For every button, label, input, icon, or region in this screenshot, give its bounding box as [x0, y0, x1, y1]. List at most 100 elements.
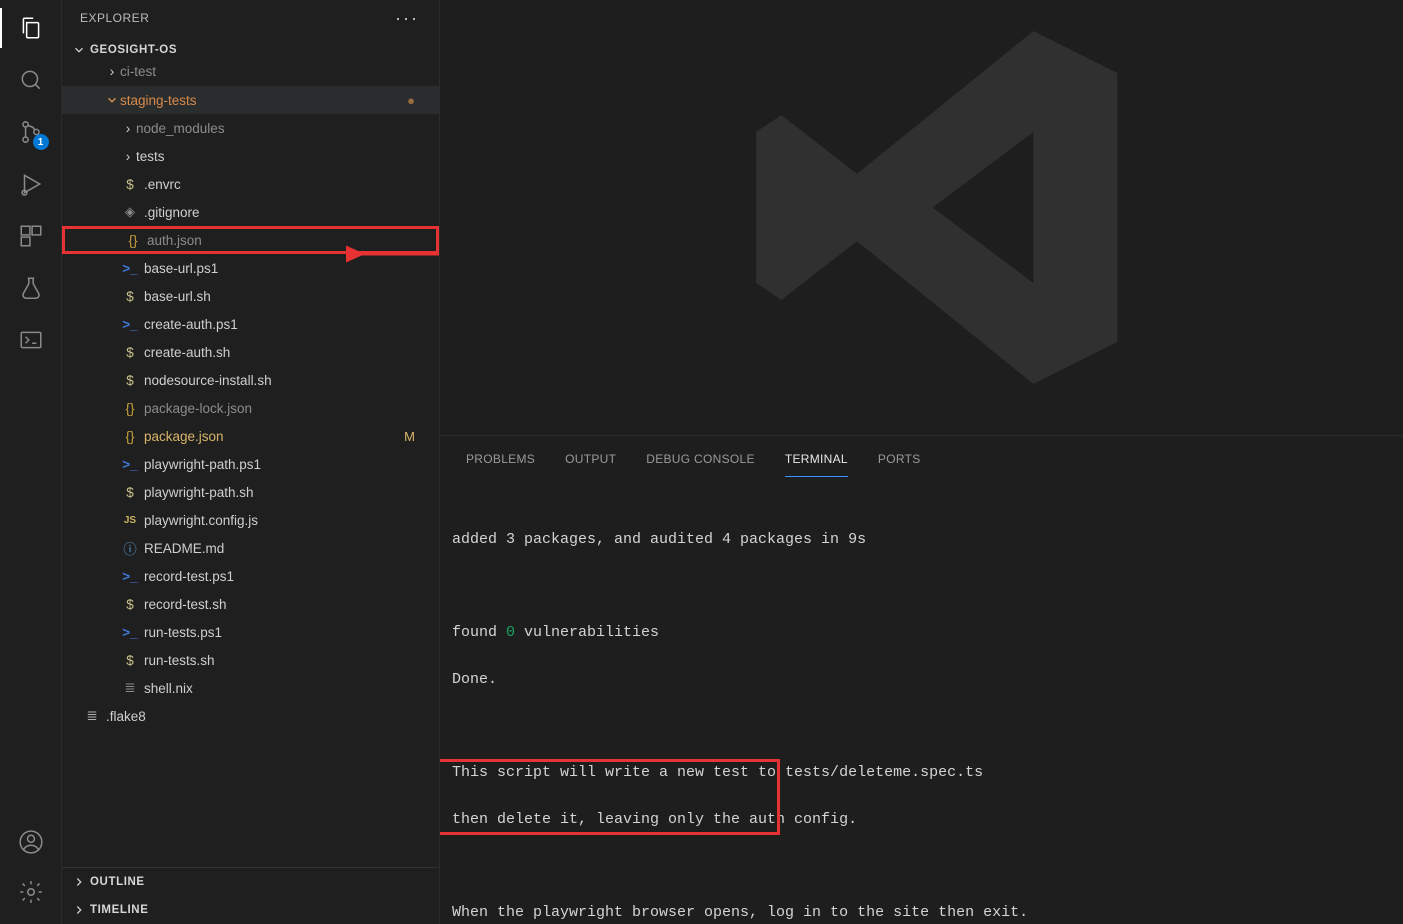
ign-file-icon: ◈ — [120, 204, 140, 220]
file-label: README.md — [144, 541, 224, 556]
file-base-url-sh[interactable]: $ base-url.sh — [62, 282, 439, 310]
powershell-file-icon: >_ — [120, 625, 140, 640]
powershell-file-icon: >_ — [120, 317, 140, 332]
terminal-line: added 3 packages, and audited 4 packages… — [452, 528, 1391, 551]
file-base-url-ps1[interactable]: >_ base-url.ps1 — [62, 254, 439, 282]
terminal-line — [452, 575, 1391, 598]
vscode-watermark-icon — [731, 0, 1151, 420]
activity-bar: 1 — [0, 0, 62, 924]
file-label: shell.nix — [144, 681, 193, 696]
tab-problems[interactable]: PROBLEMS — [466, 446, 535, 476]
file-create-auth-sh[interactable]: $create-auth.sh — [62, 338, 439, 366]
file-label: .gitignore — [144, 205, 200, 220]
chevron-right-icon — [72, 875, 86, 889]
remote-terminal-icon[interactable] — [17, 326, 45, 354]
js-file-icon: JS — [120, 515, 140, 526]
settings-file-icon: ≣ — [82, 708, 102, 724]
file-label: record-test.sh — [144, 597, 227, 612]
file-label: auth.json — [147, 233, 202, 248]
timeline-header[interactable]: TIMELINE — [62, 896, 439, 924]
folder-staging-tests[interactable]: staging-tests ● — [62, 86, 439, 114]
file-label: playwright-path.sh — [144, 485, 254, 500]
source-control-icon[interactable]: 1 — [17, 118, 45, 146]
chevron-down-icon — [72, 43, 86, 57]
file-label: run-tests.ps1 — [144, 625, 222, 640]
sh-file-icon: $ — [120, 345, 140, 360]
extensions-icon[interactable] — [17, 222, 45, 250]
json-file-icon: {} — [120, 429, 140, 444]
terminal[interactable]: added 3 packages, and audited 4 packages… — [440, 477, 1403, 924]
sh-file-icon: $ — [120, 289, 140, 304]
workspace-header[interactable]: GEOSIGHT-OS — [62, 36, 439, 64]
file-label: node_modules — [136, 121, 225, 136]
file-package-json[interactable]: {} package.json M — [62, 422, 439, 450]
file-shell-nix[interactable]: ≣ shell.nix — [62, 674, 439, 702]
search-icon[interactable] — [17, 66, 45, 94]
powershell-file-icon: >_ — [120, 457, 140, 472]
chevron-right-icon: › — [120, 121, 136, 136]
folder-node-modules[interactable]: ›node_modules — [62, 114, 439, 142]
tab-ports[interactable]: PORTS — [878, 446, 921, 476]
file-create-auth-ps1[interactable]: >_create-auth.ps1 — [62, 310, 439, 338]
testing-icon[interactable] — [17, 274, 45, 302]
accounts-icon[interactable] — [17, 828, 45, 856]
powershell-file-icon: >_ — [120, 569, 140, 584]
file-run-tests-ps1[interactable]: >_ run-tests.ps1 — [62, 618, 439, 646]
file-auth-json[interactable]: {} auth.json — [62, 226, 439, 254]
terminal-line: then delete it, leaving only the auth co… — [452, 808, 1391, 831]
folder-tests[interactable]: ›tests — [62, 142, 439, 170]
file-label: package.json — [144, 429, 224, 444]
file-label: base-url.ps1 — [144, 261, 218, 276]
dirty-indicator: ● — [407, 93, 415, 108]
editor-empty — [440, 0, 1403, 436]
sidebar-title: EXPLORER — [80, 11, 149, 25]
file-run-tests-sh[interactable]: $ run-tests.sh — [62, 646, 439, 674]
tab-output[interactable]: OUTPUT — [565, 446, 616, 476]
chevron-right-icon: › — [120, 149, 136, 164]
tab-debug-console[interactable]: DEBUG CONSOLE — [646, 446, 755, 476]
explorer-icon[interactable] — [17, 14, 45, 42]
file-label: package-lock.json — [144, 401, 252, 416]
file-label: run-tests.sh — [144, 653, 215, 668]
file-flake8[interactable]: ≣ .flake8 — [62, 702, 439, 730]
terminal-line — [452, 854, 1391, 877]
file--envrc[interactable]: $ .envrc — [62, 170, 439, 198]
file-playwright-path-sh[interactable]: $playwright-path.sh — [62, 478, 439, 506]
file-label: .envrc — [144, 177, 181, 192]
file-label: base-url.sh — [144, 289, 211, 304]
git-status-badge: M — [404, 429, 415, 444]
tab-terminal[interactable]: TERMINAL — [785, 446, 848, 477]
sidebar: EXPLORER ··· GEOSIGHT-OS ›ci-test stagin… — [62, 0, 440, 924]
sidebar-more-icon[interactable]: ··· — [391, 6, 423, 31]
nix-file-icon: ≣ — [120, 680, 140, 696]
sh-file-icon: $ — [120, 597, 140, 612]
panel-tabs: PROBLEMS OUTPUT DEBUG CONSOLE TERMINAL P… — [440, 436, 1403, 477]
file-playwright-config-js[interactable]: JSplaywright.config.js — [62, 506, 439, 534]
file-playwright-path-ps1[interactable]: >_ playwright-path.ps1 — [62, 450, 439, 478]
json-muted-file-icon: {} — [120, 401, 140, 416]
json-muted-file-icon: {} — [123, 233, 143, 248]
powershell-file-icon: >_ — [120, 261, 140, 276]
file-package-lock-json[interactable]: {} package-lock.json — [62, 394, 439, 422]
sh-file-icon: $ — [120, 177, 140, 192]
terminal-line: This script will write a new test to tes… — [452, 761, 1391, 784]
file-label: tests — [136, 149, 165, 164]
file-label: nodesource-install.sh — [144, 373, 272, 388]
scm-badge: 1 — [33, 134, 49, 150]
file-tree: ›ci-test staging-tests ● ›node_modules›t… — [62, 64, 439, 867]
outline-header[interactable]: OUTLINE — [62, 868, 439, 896]
file-record-test-ps1[interactable]: >_record-test.ps1 — [62, 562, 439, 590]
file-label: playwright-path.ps1 — [144, 457, 261, 472]
info-file-icon: ⓘ — [120, 538, 140, 558]
settings-gear-icon[interactable] — [17, 878, 45, 906]
file-record-test-sh[interactable]: $ record-test.sh — [62, 590, 439, 618]
file-nodesource-install-sh[interactable]: $nodesource-install.sh — [62, 366, 439, 394]
run-debug-icon[interactable] — [17, 170, 45, 198]
terminal-line: found 0 vulnerabilities — [452, 621, 1391, 644]
file--gitignore[interactable]: ◈ .gitignore — [62, 198, 439, 226]
terminal-line: When the playwright browser opens, log i… — [452, 901, 1391, 924]
folder-ci-test[interactable]: ›ci-test — [62, 64, 439, 86]
sh-file-icon: $ — [120, 653, 140, 668]
terminal-line — [452, 715, 1391, 738]
file-readme-md[interactable]: ⓘ README.md — [62, 534, 439, 562]
